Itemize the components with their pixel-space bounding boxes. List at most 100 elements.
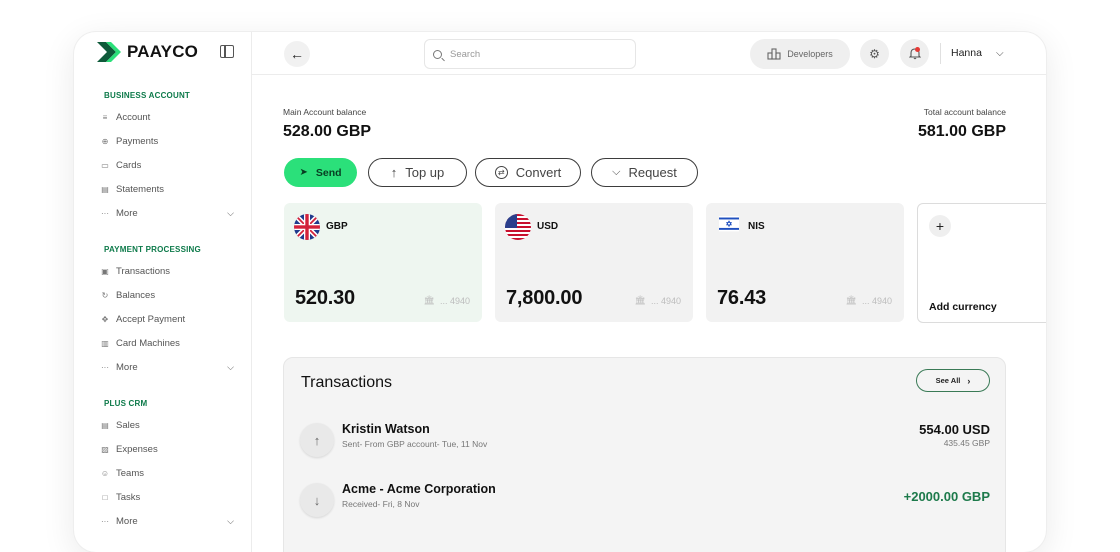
currency-card-gbp[interactable]: GBP 520.30 🏛︎ ... 4940: [284, 203, 482, 322]
sidebar-item-statements[interactable]: ▤ Statements: [100, 180, 240, 198]
send-icon: ➤: [299, 167, 308, 178]
sidebar-item-more[interactable]: ··· More ⌵: [100, 204, 240, 222]
sidebar-item-label: Teams: [116, 467, 144, 479]
main-balance-value: 528.00 GBP: [283, 123, 372, 140]
transactions-panel: Transactions See All › ↑ Kristin Watson …: [283, 357, 1006, 552]
developers-button[interactable]: Developers: [750, 39, 850, 69]
currency-card-usd[interactable]: USD 7,800.00 🏛︎ ... 4940: [495, 203, 693, 322]
transaction-details: Sent- From GBP account- Tue, 11 Nov: [342, 439, 488, 449]
us-flag-icon: [505, 214, 531, 240]
account-number-text: ... 4940: [861, 295, 892, 306]
refresh-icon: ↻: [101, 290, 109, 300]
bank-icon: 🏛︎: [845, 295, 857, 305]
sidebar-item-balances[interactable]: ↻ Balances: [100, 286, 240, 304]
sidebar-item-label: More: [116, 515, 138, 527]
chevron-down-icon: ⌵: [227, 515, 234, 526]
sidebar-item-label: Statements: [116, 183, 165, 195]
add-currency-card[interactable]: + Add currency: [917, 203, 1046, 323]
uk-flag-icon: [294, 214, 320, 240]
sidebar-item-card-machines[interactable]: ▥ Card Machines: [100, 334, 240, 352]
sidebar-item-label: More: [116, 207, 138, 219]
move-icon: ✥: [101, 314, 109, 324]
currency-code: NIS: [748, 221, 765, 232]
total-balance-label: Total account balance: [923, 107, 1006, 117]
account-number: 🏛︎ ... 4940: [424, 295, 470, 306]
arrow-up-icon: ↑: [390, 165, 398, 180]
israel-flag-icon: [719, 216, 739, 232]
convert-button[interactable]: ⇄ Convert: [475, 158, 581, 187]
sidebar-item-teams[interactable]: ☺ Teams: [100, 464, 240, 482]
transaction-row[interactable]: ↑ Kristin Watson Sent- From GBP account-…: [284, 422, 1005, 462]
cash-icon: ▣: [101, 266, 109, 276]
section-title-business-account: BUSINESS ACCOUNT: [104, 91, 191, 100]
developers-label: Developers: [787, 49, 833, 59]
transaction-name: Kristin Watson: [342, 422, 430, 436]
sidebar-item-sales[interactable]: ▤ Sales: [100, 416, 240, 434]
bank-icon: 🏛︎: [423, 295, 435, 305]
chevron-down-icon: ⌵: [995, 47, 1004, 59]
currency-card-nis[interactable]: NIS 76.43 🏛︎ ... 4940: [706, 203, 904, 322]
arrow-down-icon: ↓: [300, 483, 334, 517]
transaction-row[interactable]: ↓ Acme - Acme Corporation Received- Fri,…: [284, 482, 1005, 522]
sidebar-item-label: Balances: [116, 289, 156, 301]
globe-icon: ⊕: [101, 136, 109, 146]
currency-amount: 7,800.00: [506, 287, 583, 309]
notifications-button[interactable]: [900, 39, 929, 68]
building-icon: [767, 48, 781, 60]
paayco-logo-icon: [97, 42, 121, 62]
document-icon: ▤: [101, 184, 109, 194]
see-all-label: See All: [935, 376, 961, 385]
bank-icon: 🏛︎: [634, 295, 646, 305]
sidebar-item-accept-payment[interactable]: ✥ Accept Payment: [100, 310, 240, 328]
sidebar-item-expenses[interactable]: ▨ Expenses: [100, 440, 240, 458]
currency-amount: 76.43: [717, 287, 767, 309]
convert-label: Convert: [515, 165, 562, 180]
settings-button[interactable]: ⚙: [860, 39, 889, 68]
search-bar[interactable]: [424, 39, 636, 69]
search-input[interactable]: [450, 48, 620, 60]
transactions-title: Transactions: [301, 374, 392, 391]
sidebar-item-label: Card Machines: [116, 337, 180, 349]
sidebar-item-more[interactable]: ··· More ⌵: [100, 512, 240, 530]
task-icon: □: [102, 492, 108, 502]
sidebar-item-label: Cards: [116, 159, 142, 171]
top-up-button[interactable]: ↑ Top up: [368, 158, 467, 187]
send-button[interactable]: ➤ Send: [284, 158, 357, 187]
arrow-left-icon: ←: [290, 46, 304, 62]
sidebar-item-payments[interactable]: ⊕ Payments: [100, 132, 240, 150]
add-currency-label: Add currency: [929, 301, 997, 313]
currency-code: USD: [537, 221, 559, 232]
see-all-button[interactable]: See All ›: [916, 369, 990, 392]
top-up-label: Top up: [405, 165, 445, 180]
currency-code: GBP: [326, 221, 348, 232]
search-icon: [433, 49, 442, 59]
transaction-converted-amount: 435.45 GBP: [943, 438, 990, 448]
expense-icon: ▨: [101, 444, 109, 454]
sidebar-item-cards[interactable]: ▭ Cards: [100, 156, 240, 174]
main-balance-label: Main Account balance: [283, 107, 367, 117]
sidebar-item-account[interactable]: ≡ Account: [100, 108, 240, 126]
sidebar-item-more[interactable]: ··· More ⌵: [100, 358, 240, 376]
brand-logo[interactable]: PAAYCO: [97, 42, 198, 62]
back-button[interactable]: ←: [284, 41, 310, 67]
chevron-down-icon: ⌵: [227, 361, 234, 372]
sidebar-item-label: Transactions: [116, 265, 171, 277]
sidebar-collapse-icon[interactable]: [220, 45, 234, 58]
app-window: PAAYCO BUSINESS ACCOUNT ≡ Account ⊕ Paymen…: [74, 32, 1046, 552]
sidebar-item-tasks[interactable]: □ Tasks: [100, 488, 240, 506]
sidebar-item-label: More: [116, 361, 138, 373]
transaction-name: Acme - Acme Corporation: [342, 482, 496, 496]
transaction-details: Received- Fri, 8 Nov: [342, 499, 420, 509]
chevron-down-icon: ⌵: [227, 207, 234, 218]
user-menu[interactable]: Hanna ⌵: [951, 47, 1004, 59]
request-button[interactable]: ⌵ Request: [591, 158, 698, 187]
exchange-icon: ⇄: [494, 166, 508, 179]
terminal-icon: ▥: [101, 338, 109, 348]
user-name: Hanna: [951, 47, 982, 59]
dots-icon: ···: [101, 362, 109, 372]
account-number: 🏛︎ ... 4940: [635, 295, 681, 306]
chevron-right-icon: ›: [967, 375, 971, 386]
section-title-plus-crm: PLUS CRM: [104, 399, 148, 408]
sidebar-item-transactions[interactable]: ▣ Transactions: [100, 262, 240, 280]
chevron-down-icon: ⌵: [612, 166, 621, 178]
